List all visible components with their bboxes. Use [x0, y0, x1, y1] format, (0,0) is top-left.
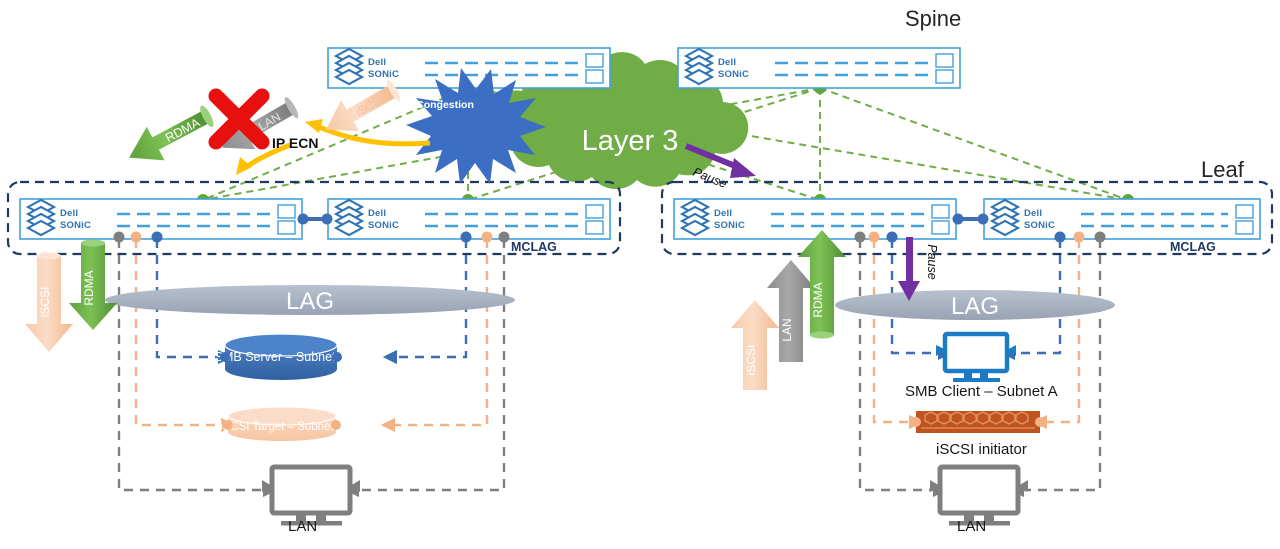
iscsi-target-port-left — [223, 420, 233, 430]
rdma-right-arrow-label: RDMA — [811, 282, 825, 317]
lan-right-label: LAN — [957, 518, 987, 535]
iscsi-right-arrow-label: iSCSI — [744, 345, 758, 376]
lan-monitor-left[interactable] — [262, 464, 360, 526]
leaf-title: Leaf — [1201, 157, 1244, 182]
iscsi-target-node[interactable]: iSCSI Target – Subnet A — [220, 406, 344, 441]
lan-right-arrow-label: LAN — [780, 318, 794, 341]
spine-1-vendor-label: Dell SONiC — [368, 57, 400, 80]
leaf-1-2-peerlink — [297, 213, 333, 225]
spine-2-vendor-label: Dell SONiC — [718, 57, 750, 80]
leaf-3-4-peerlink — [952, 213, 989, 225]
left-lag-group: LAG — [105, 285, 515, 315]
iscsi-initiator-node[interactable] — [911, 411, 1045, 433]
ip-ecn-label: IP ECN — [272, 135, 319, 151]
left-iscsi-path — [134, 239, 489, 433]
leaf-2-vendor-label: Dell SONiC — [368, 208, 400, 231]
iscsi-left-arrow-label: iSCSI — [38, 287, 52, 318]
leaf-3-vendor-label: Dell SONiC — [714, 208, 746, 231]
iscsi-initiator-label: iSCSI initiator — [936, 441, 1027, 458]
diagram-canvas: Layer 3 Pause LAG LAG SMB Server – Subne… — [6, 47, 1274, 526]
congestion-label: Congestion — [416, 99, 474, 111]
left-lag-label: LAG — [286, 288, 334, 315]
leaf-4-vendor-label: Dell SONiC — [1024, 208, 1056, 231]
spine-title: Spine — [905, 6, 962, 31]
smb-server-port-right — [332, 352, 342, 362]
iscsi-diagonal-label: iSCSI — [353, 92, 387, 119]
rdma-left-arrow-label: RDMA — [82, 270, 96, 305]
traffic-arrow-lan-right-up: LAN — [767, 260, 815, 362]
iscsi-target-port-right — [331, 420, 341, 430]
cloud-label: Layer 3 — [582, 125, 679, 157]
pause-label-right: Pause — [925, 244, 939, 279]
traffic-arrow-iscsi-right-up: iSCSI — [731, 300, 779, 390]
smb-client-label: SMB Client – Subnet A — [905, 383, 1058, 400]
lan-monitor-right[interactable] — [930, 464, 1028, 526]
left-mclag-label: MCLAG — [511, 240, 557, 254]
right-mclag-label: MCLAG — [1170, 240, 1216, 254]
leaf-1-vendor-label: Dell SONiC — [60, 208, 92, 231]
network-diagram: Layer 3 Pause LAG LAG SMB Server – Subne… — [0, 0, 1280, 549]
smb-server-label: SMB Server – Subnet B — [215, 350, 348, 364]
right-lag-label: LAG — [951, 293, 999, 320]
iscsi-target-label: iSCSI Target – Subnet A — [220, 421, 344, 433]
traffic-arrow-iscsi-left-down: iSCSI — [25, 252, 73, 352]
smb-server-node[interactable]: SMB Server – Subnet B — [215, 333, 348, 380]
smb-server-port-left — [220, 352, 230, 362]
lan-left-label: LAN — [288, 518, 318, 535]
traffic-arrow-rdma-diagonal: RDMA — [129, 105, 214, 161]
smb-client-node[interactable] — [936, 331, 1016, 382]
rdma-diagonal-label: RDMA — [163, 115, 203, 145]
right-lag-group: LAG — [835, 290, 1115, 320]
